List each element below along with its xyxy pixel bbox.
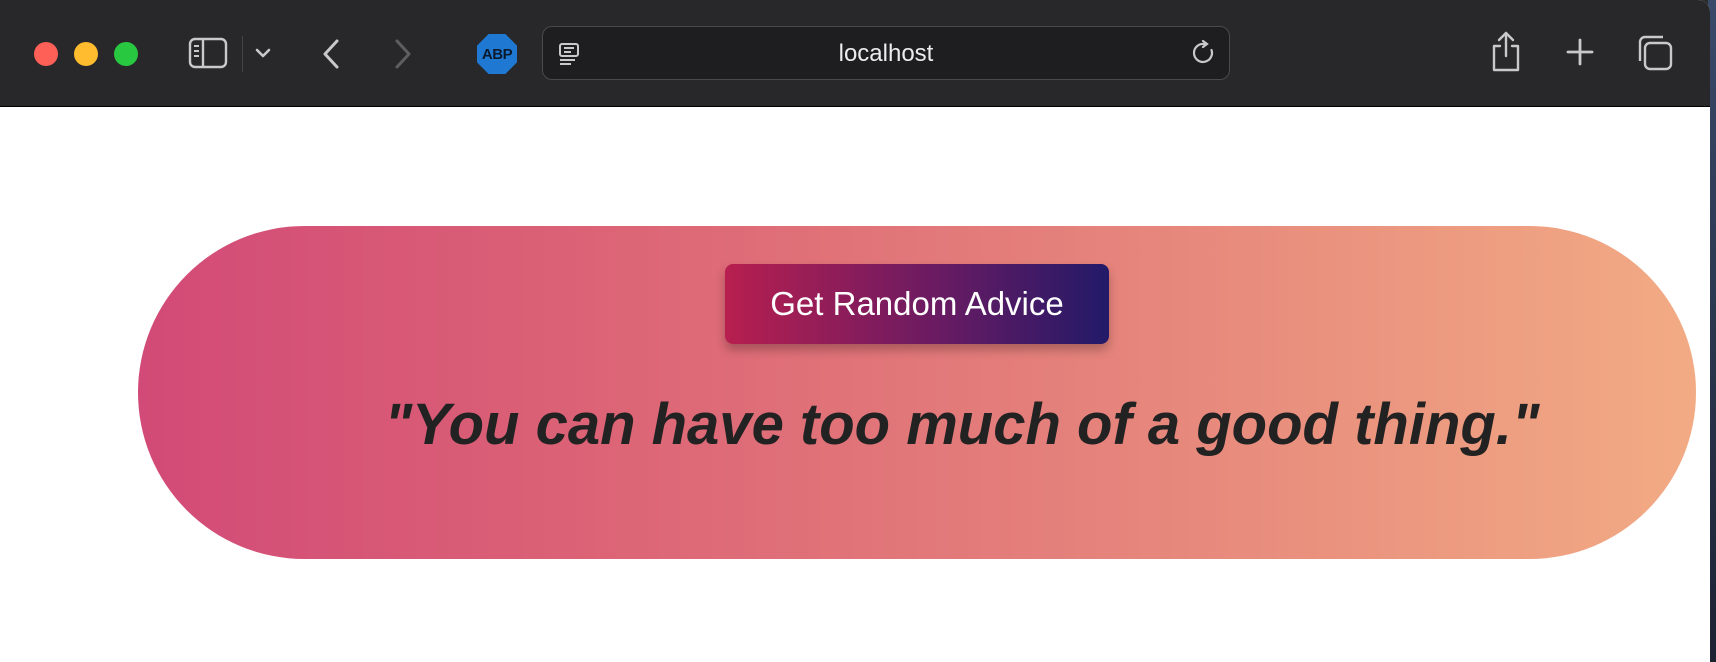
browser-toolbar: ABP localhost <box>0 0 1710 107</box>
page-content: Get Random Advice "You can have too much… <box>0 107 1710 662</box>
sidebar-icon[interactable] <box>188 36 228 70</box>
forward-icon[interactable] <box>390 36 416 72</box>
url-text: localhost <box>838 40 934 67</box>
close-window-button[interactable] <box>34 42 58 66</box>
advice-card: Get Random Advice "You can have too much… <box>138 226 1696 559</box>
tabs-overview-icon[interactable] <box>1636 34 1674 72</box>
browser-window: ABP localhost Get Random Advice "You can… <box>0 0 1710 662</box>
share-icon[interactable] <box>1490 30 1522 74</box>
address-bar[interactable]: localhost <box>542 26 1230 80</box>
adblock-plus-label: ABP <box>481 45 513 63</box>
back-icon[interactable] <box>318 36 344 72</box>
chevron-down-icon[interactable] <box>252 42 274 64</box>
maximize-window-button[interactable] <box>114 42 138 66</box>
minimize-window-button[interactable] <box>74 42 98 66</box>
advice-text: "You can have too much of a good thing." <box>384 392 1540 457</box>
plus-icon[interactable] <box>1564 36 1596 68</box>
reload-icon[interactable] <box>1191 39 1217 66</box>
toolbar-divider <box>242 36 243 72</box>
adblock-plus-icon[interactable]: ABP <box>477 34 517 74</box>
get-random-advice-button[interactable]: Get Random Advice <box>725 264 1109 344</box>
